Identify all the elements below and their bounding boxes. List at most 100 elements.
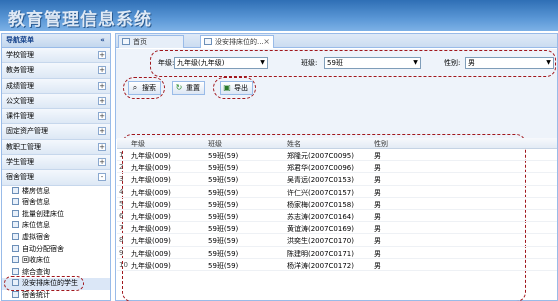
cell-name: 苏志涛(2007C0164) xyxy=(287,212,354,221)
expand-toggle-icon[interactable]: + xyxy=(98,51,106,59)
sidebar-menu-item[interactable]: 课件管理 + xyxy=(2,109,110,125)
grid-body: 1 九年级(009) 59班(59) 郑隆元(2007C0095) 男 2 九年级(009)… xyxy=(117,149,557,271)
sidebar-menu-item[interactable]: 学校管理 + xyxy=(2,48,110,64)
column-header-gender[interactable]: 性别 xyxy=(374,139,388,149)
table-row[interactable]: 9 九年级(009) 59班(59) 陈建明(2007C0171) 男 xyxy=(117,247,557,259)
cell-grade: 九年级(009) xyxy=(131,200,171,209)
chevron-down-icon[interactable]: ▼ xyxy=(258,58,267,68)
cell-gender: 男 xyxy=(374,200,381,209)
expand-toggle-icon[interactable]: + xyxy=(98,127,106,136)
sidebar-subitem[interactable]: 批量创建床位 xyxy=(2,209,110,221)
sidebar-menu-item[interactable]: 公文管理 + xyxy=(2,93,110,110)
sidebar-header: 导航菜单 « xyxy=(2,34,110,48)
reset-button[interactable]: ↻ 重置 xyxy=(172,81,205,95)
sidebar-menu-label: 课件管理 xyxy=(6,112,34,121)
table-row[interactable]: 8 九年级(009) 59班(59) 洪奕生(2007C0170) 男 xyxy=(117,234,557,247)
row-number: 2 xyxy=(119,163,124,172)
cell-name: 杨洋涛(2007C0172) xyxy=(287,261,354,270)
page-icon xyxy=(12,233,19,241)
table-row[interactable]: 1 九年级(009) 59班(59) 郑隆元(2007C0095) 男 xyxy=(117,149,557,162)
sidebar-subitem[interactable]: 虚拟宿舍 xyxy=(2,232,110,244)
sidebar-subitem[interactable]: 楼房信息 xyxy=(2,186,110,198)
row-number: 7 xyxy=(119,224,124,233)
column-header-class[interactable]: 班级 xyxy=(208,139,222,149)
sidebar-subitem[interactable]: 宿舍信息 xyxy=(2,197,110,209)
sidebar-subitem-label: 宿舍信息 xyxy=(22,198,50,207)
sidebar-subitem-label: 自动分配宿舍 xyxy=(22,244,64,253)
cell-grade: 九年级(009) xyxy=(131,212,171,221)
page-icon xyxy=(12,186,19,194)
cell-grade: 九年级(009) xyxy=(131,261,171,270)
chevron-down-icon[interactable]: ▼ xyxy=(411,58,420,68)
row-number: 6 xyxy=(119,211,124,220)
close-icon[interactable]: × xyxy=(263,36,270,48)
class-select[interactable]: 59班 ▼ xyxy=(324,57,421,69)
cell-grade: 九年级(009) xyxy=(131,152,171,160)
table-row[interactable]: 6 九年级(009) 59班(59) 苏志涛(2007C0164) 男 xyxy=(117,210,557,223)
sidebar-menu-label: 成绩管理 xyxy=(6,81,34,90)
cell-gender: 男 xyxy=(374,249,381,258)
chevron-down-icon[interactable]: ▼ xyxy=(544,58,553,68)
cell-grade: 九年级(009) xyxy=(131,176,171,185)
grade-select[interactable]: 九年级(九年级) ▼ xyxy=(174,57,268,69)
table-row[interactable]: 5 九年级(009) 59班(59) 杨家梅(2007C0158) 男 xyxy=(117,198,557,210)
sidebar-menu-item[interactable]: 学生管理 + xyxy=(2,155,110,171)
table-row[interactable]: 2 九年级(009) 59班(59) 郑君华(2007C0096) 男 xyxy=(117,161,557,174)
cell-class: 59班(59) xyxy=(208,261,239,270)
expand-toggle-icon[interactable]: + xyxy=(98,96,106,105)
app-header: 教育管理信息系统 xyxy=(0,0,558,31)
cell-grade: 九年级(009) xyxy=(131,225,171,234)
gender-label: 性别: xyxy=(444,59,461,67)
tab-unassigned-students[interactable]: 没安排床位的... × xyxy=(200,35,274,48)
menu-list: 学校管理 + 教务管理 + 成绩管理 + 公文管理 + 课件管理 + 固定资产管理 + 教职工管理 + 学生… xyxy=(2,48,110,186)
grade-label: 年级: xyxy=(158,59,175,67)
table-row[interactable]: 4 九年级(009) 59班(59) 许仁兴(2007C0157) 男 xyxy=(117,186,557,198)
row-number: 5 xyxy=(119,199,124,208)
sidebar-subitem[interactable]: 自动分配宿舍 xyxy=(2,244,110,256)
export-button[interactable]: ▣ 导出 xyxy=(220,81,253,95)
page-icon xyxy=(122,38,130,45)
row-number: 4 xyxy=(119,187,124,196)
expand-toggle-icon[interactable]: + xyxy=(98,81,106,90)
table-row[interactable]: 7 九年级(009) 59班(59) 黄谊涛(2007C0169) 男 xyxy=(117,222,557,235)
expand-toggle-icon[interactable]: + xyxy=(98,66,106,75)
sidebar-menu-item[interactable]: 教职工管理 + xyxy=(2,139,110,156)
sidebar-menu-label: 宿舍管理 xyxy=(6,173,34,182)
cell-name: 郑君华(2007C0096) xyxy=(287,164,354,173)
cell-gender: 男 xyxy=(374,176,381,185)
sidebar-menu-item[interactable]: 教务管理 + xyxy=(2,63,110,79)
sidebar-subitem-label: 虚拟宿舍 xyxy=(22,233,50,242)
sidebar-subitem[interactable]: 宿舍统计 xyxy=(2,290,110,300)
sidebar-subitem-label: 批量创建床位 xyxy=(22,209,64,218)
cell-class: 59班(59) xyxy=(208,249,239,258)
nav-sidebar: 导航菜单 « 学校管理 + 教务管理 + 成绩管理 + 公文管理 + 课件管理 + 固定资产管理 + 教… xyxy=(1,33,111,301)
reset-button-label: 重置 xyxy=(186,84,200,92)
tab-home[interactable]: 首页 xyxy=(118,35,184,48)
sidebar-menu-item[interactable]: 成绩管理 + xyxy=(2,78,110,94)
app-title: 教育管理信息系统 xyxy=(8,10,152,30)
excel-icon: ▣ xyxy=(223,83,231,92)
expand-toggle-icon[interactable]: + xyxy=(98,112,106,121)
tab-unassigned-label: 没安排床位的... xyxy=(215,38,264,46)
cell-class: 59班(59) xyxy=(208,200,239,209)
sidebar-subitem[interactable]: 回收床位 xyxy=(2,255,110,267)
sidebar-menu-label: 公文管理 xyxy=(6,96,34,105)
table-row[interactable]: 10 九年级(009) 59班(59) 杨洋涛(2007C0172) 男 xyxy=(117,259,557,271)
search-button[interactable]: ⌕ 搜索 xyxy=(128,81,161,95)
sidebar-menu-item[interactable]: 固定资产管理 + xyxy=(2,124,110,140)
table-row[interactable]: 3 九年级(009) 59班(59) 吴青远(2007C0153) 男 xyxy=(117,173,557,186)
sidebar-menu-item[interactable]: 宿舍管理 - xyxy=(2,170,110,186)
expand-toggle-icon[interactable]: - xyxy=(98,173,106,182)
expand-toggle-icon[interactable]: + xyxy=(98,158,106,167)
sidebar-subitem-label: 回收床位 xyxy=(22,256,50,265)
page-icon xyxy=(12,244,19,252)
sidebar-subitem[interactable]: 床位信息 xyxy=(2,220,110,232)
expand-toggle-icon[interactable]: + xyxy=(98,142,106,151)
column-header-grade[interactable]: 年级 xyxy=(131,139,145,149)
sidebar-subitem-selected[interactable]: 没安排床位的学生 xyxy=(2,276,110,292)
page-icon xyxy=(204,38,212,45)
gender-select[interactable]: 男 ▼ xyxy=(465,57,554,69)
cell-gender: 男 xyxy=(374,261,381,270)
column-header-name[interactable]: 姓名 xyxy=(287,139,301,149)
collapse-icon[interactable]: « xyxy=(98,36,107,45)
